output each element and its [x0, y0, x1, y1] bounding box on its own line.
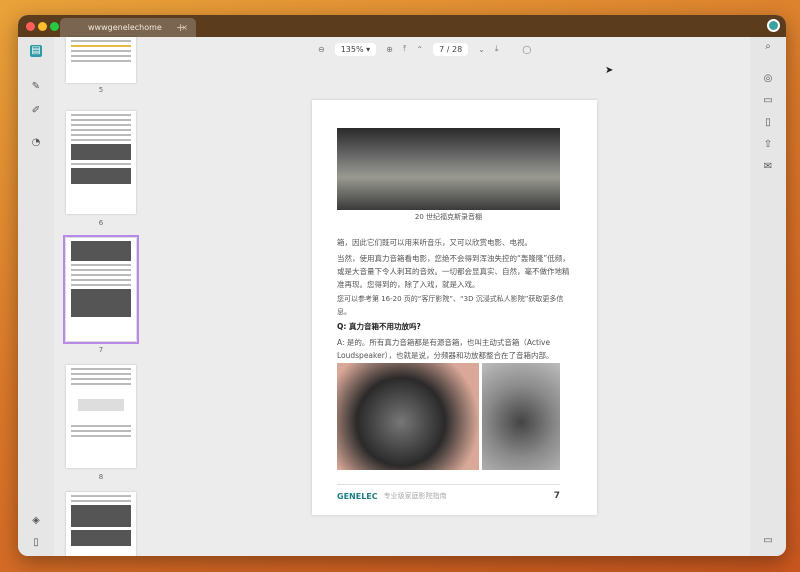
comment-icon[interactable]: ◔	[30, 137, 42, 149]
ocr-icon[interactable]: ▭	[762, 95, 774, 107]
footer-text: 专业级家庭影院指南	[383, 492, 447, 500]
previous-page-icon[interactable]: ⌃	[416, 45, 423, 54]
thumbnail-label: 8	[98, 473, 104, 481]
zoom-select[interactable]: 135% ▾	[334, 42, 377, 56]
search-icon[interactable]: ⌕	[762, 41, 774, 53]
question-heading: Q: 真力音箱不用功放吗?	[337, 322, 421, 331]
answer-paragraph: A: 是的。所有真力音箱都是有源音箱，也叫主动式音箱（Active Loudsp…	[337, 338, 554, 360]
page-number: 7	[553, 491, 560, 501]
pdf-page: 20 世纪福克斯录音棚 箱，因此它们既可以用来听音乐，又可以欣赏电影、电视。 当…	[312, 100, 597, 515]
speaker-xray-photo	[482, 363, 560, 470]
thumbnails-panel-icon[interactable]: ▤	[30, 45, 42, 57]
page-separator: /	[446, 44, 450, 54]
paragraph: 您可以参考第 16-20 页的“客厅影院”、“3D 沉浸式私人影院”获取更多信息…	[337, 295, 564, 316]
studio-photo	[337, 128, 560, 210]
chat-icon[interactable]: ▭	[762, 535, 774, 547]
right-tool-rail: ⌕ ◎ ▭ ▯ ⇧ ✉ ▭	[750, 37, 786, 556]
thumbnail-label: 7	[98, 346, 104, 354]
mail-icon[interactable]: ✉	[762, 161, 774, 173]
minimize-window-button[interactable]	[38, 22, 47, 31]
layers-icon[interactable]: ◈	[30, 515, 42, 527]
first-page-icon[interactable]: ⤒	[403, 44, 407, 54]
avatar[interactable]	[767, 19, 780, 32]
left-tool-rail: ▤ ✎ ✐ ◔ ◈ ▯	[18, 37, 54, 556]
paragraph: 箱，因此它们既可以用来听音乐，又可以欣赏电影、电视。	[337, 238, 532, 247]
zoom-out-icon[interactable]: ⊖	[318, 45, 325, 54]
toolbar: ⊖ 135% ▾ ⊕ ⤒ ⌃ 7 / 28 ⌄ ⤓ ◯	[318, 37, 531, 61]
thumbnail-page-9[interactable]	[66, 492, 136, 556]
thumbnail-panel: 5 6 7 8	[54, 37, 154, 556]
app-window: wwwgenelechome × + ▤ ✎ ✐ ◔ ◈ ▯ 5 6 7 8 ⊖…	[18, 15, 786, 556]
zoom-in-icon[interactable]: ⊕	[386, 45, 393, 54]
chevron-down-icon: ▾	[366, 44, 371, 54]
share-icon[interactable]: ⇧	[762, 139, 774, 151]
paragraph: 当然，使用真力音箱看电影，您绝不会得到浑浊失控的“轰隆隆”低频，或是大音量下令人…	[337, 254, 570, 289]
close-window-button[interactable]	[26, 22, 35, 31]
document-icon[interactable]: ▯	[762, 117, 774, 129]
total-pages: 28	[451, 44, 463, 54]
thumbnail-page-6[interactable]	[66, 111, 136, 214]
bookmark-list-icon[interactable]: ▯	[30, 537, 42, 549]
mouse-cursor: ➤	[605, 65, 614, 76]
thumbnail-page-5[interactable]	[66, 37, 136, 83]
thumbnail-page-8[interactable]	[66, 365, 136, 468]
genelec-logo: GENELEC	[337, 491, 378, 501]
edit-icon[interactable]: ✐	[30, 105, 42, 117]
speaker-internals-photo	[337, 363, 479, 470]
bookmark-icon[interactable]: ✎	[30, 81, 42, 93]
comment-bubble-icon[interactable]: ◯	[522, 45, 531, 54]
thumbnail-label: 5	[98, 86, 104, 94]
ai-icon[interactable]: ◎	[762, 73, 774, 85]
page-input[interactable]: 7 / 28	[433, 42, 469, 56]
thumbnail-label: 6	[98, 219, 104, 227]
title-bar: wwwgenelechome × +	[18, 15, 786, 37]
thumbnail-page-7[interactable]	[63, 235, 139, 344]
next-page-icon[interactable]: ⌄	[478, 45, 485, 54]
zoom-window-button[interactable]	[50, 22, 59, 31]
last-page-icon[interactable]: ⤓	[495, 44, 499, 54]
photo-caption: 20 世纪福克斯录音棚	[414, 213, 483, 221]
page-footer: GENELEC 专业级家庭影院指南 7	[337, 484, 560, 501]
new-tab-button[interactable]: +	[176, 18, 185, 37]
current-page: 7	[439, 44, 445, 54]
zoom-value: 135%	[340, 44, 364, 54]
tab-title: wwwgenelechome	[88, 23, 162, 32]
